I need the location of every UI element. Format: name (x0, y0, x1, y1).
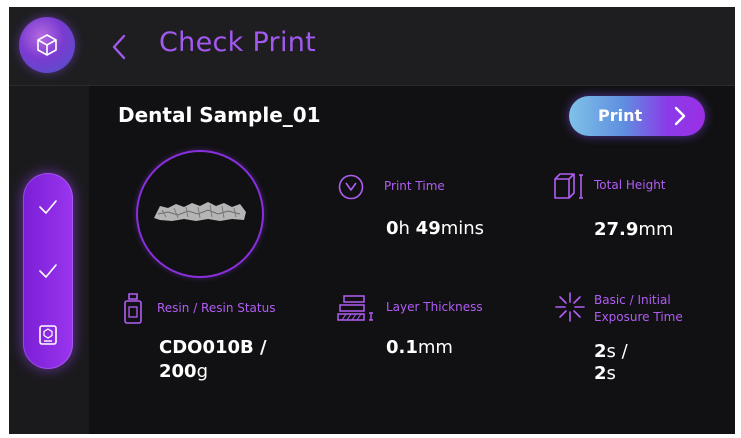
header-bar: Check Print (9, 7, 735, 86)
check-icon (39, 200, 57, 214)
resin-bottle-icon (124, 293, 142, 324)
total-height-unit: mm (638, 219, 674, 240)
model-name: Dental Sample_01 (118, 103, 321, 127)
exposure-burst-icon (555, 292, 585, 322)
height-box-icon (554, 173, 583, 199)
print-time-hours-unit: h (398, 218, 416, 239)
layer-thickness-label: Layer Thickness (386, 300, 483, 314)
exposure-label-line1: Basic / Initial (594, 293, 671, 307)
dental-model-image (154, 202, 246, 221)
progress-rail (23, 173, 73, 369)
print-time-minutes: 49 (415, 218, 441, 239)
print-button-label: Print (598, 106, 643, 125)
exposure-basic-number: 2 (594, 341, 607, 362)
print-button[interactable]: Print (569, 96, 705, 136)
check-icon (39, 264, 57, 278)
resin-amount: 200g (159, 361, 208, 383)
cube-icon (37, 34, 57, 56)
document-icon (39, 325, 57, 345)
chevron-right-icon (674, 106, 686, 126)
total-height-value: 27.9mm (594, 219, 674, 241)
resin-code-text: CDO010B / (159, 337, 267, 358)
page-title: Check Print (159, 27, 317, 58)
layer-thickness-number: 0.1 (386, 337, 418, 358)
exposure-initial-number: 2 (594, 363, 607, 384)
resin-amount-number: 200 (159, 361, 197, 382)
resin-code: CDO010B / (159, 337, 267, 359)
total-height-number: 27.9 (594, 219, 639, 240)
exposure-label-line2: Exposure Time (594, 310, 683, 324)
exposure-initial-unit: s (606, 363, 616, 384)
exposure-basic-unit: s / (606, 341, 628, 362)
print-time-value: 0h 49mins (386, 218, 484, 240)
print-time-label: Print Time (384, 179, 445, 193)
layer-thickness-unit: mm (417, 337, 453, 358)
model-thumbnail (136, 150, 264, 278)
stopwatch-icon (338, 174, 364, 200)
layer-thickness-icon (337, 295, 373, 321)
total-height-label: Total Height (594, 178, 666, 192)
print-time-minutes-unit: mins (440, 218, 485, 239)
screen: Check Print Dental Sample_01 Print Print… (9, 7, 735, 434)
print-time-hours: 0 (386, 218, 399, 239)
exposure-initial-value: 2s (594, 363, 616, 385)
resin-amount-unit: g (196, 361, 209, 382)
resin-label: Resin / Resin Status (157, 301, 276, 315)
exposure-basic-value: 2s / (594, 341, 628, 363)
layer-thickness-value: 0.1mm (386, 337, 453, 359)
home-button[interactable] (19, 17, 75, 73)
back-chevron-icon[interactable] (109, 33, 129, 61)
